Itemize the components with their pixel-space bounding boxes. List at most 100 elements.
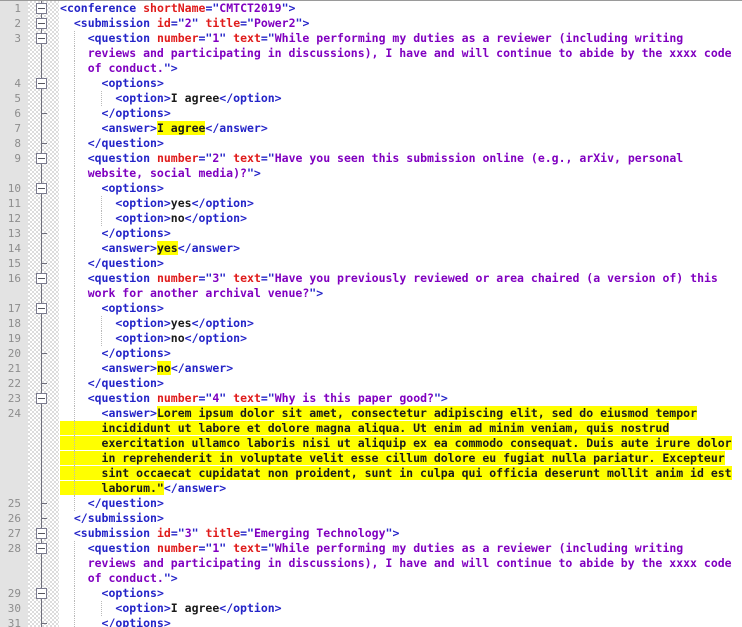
fold-collapse-icon[interactable] xyxy=(36,303,47,314)
code-line[interactable]: 18 <option>yes</option> xyxy=(0,316,742,331)
fold-collapse-icon[interactable] xyxy=(36,3,47,14)
code-text[interactable]: <submission id="3" title="Emerging Techn… xyxy=(60,526,400,541)
code-line[interactable]: exercitation ullamco laboris nisi ut ali… xyxy=(0,436,742,451)
code-line[interactable]: 23 <question number="4" text="Why is thi… xyxy=(0,391,742,406)
code-text[interactable]: exercitation ullamco laboris nisi ut ali… xyxy=(60,436,732,451)
code-text[interactable]: reviews and participating in discussions… xyxy=(60,556,732,571)
code-line[interactable]: 17 <options> xyxy=(0,301,742,316)
code-line[interactable]: 21 <answer>no</answer> xyxy=(0,361,742,376)
code-line[interactable]: 15 </question> xyxy=(0,256,742,271)
code-lines-container[interactable]: 1 <conference shortName="CMTCT2019"> 2 <su… xyxy=(0,1,742,627)
code-text[interactable]: <question number="3" text="Have you prev… xyxy=(60,271,718,286)
code-line[interactable]: 31 </options> xyxy=(0,616,742,627)
fold-collapse-icon[interactable] xyxy=(36,393,47,404)
code-line[interactable]: in reprehenderit in voluptate velit esse… xyxy=(0,451,742,466)
fold-collapse-icon[interactable] xyxy=(36,33,47,44)
code-line[interactable]: 13 </options> xyxy=(0,226,742,241)
xml-code-editor[interactable]: 1 <conference shortName="CMTCT2019"> 2 <su… xyxy=(0,0,742,627)
fold-collapse-icon[interactable] xyxy=(36,78,47,89)
code-text[interactable]: <option>I agree</option> xyxy=(60,91,281,106)
code-text[interactable]: <option>no</option> xyxy=(60,211,247,226)
code-line[interactable]: 2 <submission id="2" title="Power2"> xyxy=(0,16,742,31)
code-line[interactable]: 14 <answer>yes</answer> xyxy=(0,241,742,256)
code-line[interactable]: reviews and participating in discussions… xyxy=(0,46,742,61)
code-text[interactable]: </options> xyxy=(60,616,171,627)
code-text[interactable]: <option>no</option> xyxy=(60,331,247,346)
code-line[interactable]: laborum."</answer> xyxy=(0,481,742,496)
code-line[interactable]: 4 <options> xyxy=(0,76,742,91)
code-line[interactable]: of conduct."> xyxy=(0,61,742,76)
fold-collapse-icon[interactable] xyxy=(36,183,47,194)
code-line[interactable]: reviews and participating in discussions… xyxy=(0,556,742,571)
code-line[interactable]: work for another archival venue?"> xyxy=(0,286,742,301)
code-text[interactable]: <submission id="2" title="Power2"> xyxy=(60,16,310,31)
code-line[interactable]: 19 <option>no</option> xyxy=(0,331,742,346)
code-text[interactable]: of conduct."> xyxy=(60,61,178,76)
code-text[interactable]: <answer>no</answer> xyxy=(60,361,233,376)
code-text[interactable]: <answer>I agree</answer> xyxy=(60,121,268,136)
code-text[interactable]: website, social media)?"> xyxy=(60,166,261,181)
code-text[interactable]: <options> xyxy=(60,181,164,196)
code-text[interactable]: <answer>yes</answer> xyxy=(60,241,240,256)
code-line[interactable]: 29 <options> xyxy=(0,586,742,601)
code-token: > xyxy=(163,211,171,225)
code-text[interactable]: work for another archival venue?"> xyxy=(60,286,323,301)
code-text[interactable]: laborum."</answer> xyxy=(60,481,226,496)
code-line[interactable]: of conduct."> xyxy=(0,571,742,586)
code-line[interactable]: 25 </question> xyxy=(0,496,742,511)
code-line[interactable]: 10 <options> xyxy=(0,181,742,196)
fold-collapse-icon[interactable] xyxy=(36,18,47,29)
code-text[interactable]: reviews and participating in discussions… xyxy=(60,46,732,61)
code-text[interactable]: <options> xyxy=(60,586,164,601)
code-text[interactable]: in reprehenderit in voluptate velit esse… xyxy=(60,451,725,466)
code-text[interactable]: </submission> xyxy=(60,511,164,526)
code-text[interactable]: <options> xyxy=(60,301,164,316)
code-line[interactable]: 9 <question number="2" text="Have you se… xyxy=(0,151,742,166)
fold-collapse-icon[interactable] xyxy=(36,153,47,164)
code-line[interactable]: incididunt ut labore et dolore magna ali… xyxy=(0,421,742,436)
code-text[interactable]: <answer>Lorem ipsum dolor sit amet, cons… xyxy=(60,406,697,421)
code-text[interactable]: </question> xyxy=(60,496,164,511)
code-line[interactable]: 3 <question number="1" text="While perfo… xyxy=(0,31,742,46)
code-line[interactable]: 6 </options> xyxy=(0,106,742,121)
code-line[interactable]: 30 <option>I agree</option> xyxy=(0,601,742,616)
code-line[interactable]: 28 <question number="1" text="While perf… xyxy=(0,541,742,556)
fold-collapse-icon[interactable] xyxy=(36,588,47,599)
code-text[interactable]: <option>yes</option> xyxy=(60,316,254,331)
code-line[interactable]: 12 <option>no</option> xyxy=(0,211,742,226)
code-line[interactable]: 26 </submission> xyxy=(0,511,742,526)
code-line[interactable]: 5 <option>I agree</option> xyxy=(0,91,742,106)
fold-collapse-icon[interactable] xyxy=(36,528,47,539)
code-text[interactable]: <question number="1" text="While perform… xyxy=(60,541,684,556)
code-token: < xyxy=(60,211,123,225)
code-text[interactable]: <question number="4" text="Why is this p… xyxy=(60,391,448,406)
code-text[interactable]: </question> xyxy=(60,256,164,271)
fold-collapse-icon[interactable] xyxy=(36,273,47,284)
code-text[interactable]: <option>I agree</option> xyxy=(60,601,281,616)
code-line[interactable]: 22 </question> xyxy=(0,376,742,391)
code-line[interactable]: 20 </options> xyxy=(0,346,742,361)
code-text[interactable]: </question> xyxy=(60,136,164,151)
code-line[interactable]: 7 <answer>I agree</answer> xyxy=(0,121,742,136)
code-line[interactable]: 16 <question number="3" text="Have you p… xyxy=(0,271,742,286)
code-text[interactable]: </question> xyxy=(60,376,164,391)
code-line[interactable]: 11 <option>yes</option> xyxy=(0,196,742,211)
code-text[interactable]: <option>yes</option> xyxy=(60,196,254,211)
code-line[interactable]: 27 <submission id="3" title="Emerging Te… xyxy=(0,526,742,541)
code-text[interactable]: incididunt ut labore et dolore magna ali… xyxy=(60,421,670,436)
code-text[interactable]: <options> xyxy=(60,76,164,91)
code-line[interactable]: website, social media)?"> xyxy=(0,166,742,181)
code-text[interactable]: </options> xyxy=(60,226,171,241)
code-text[interactable]: of conduct."> xyxy=(60,571,178,586)
code-text[interactable]: <question number="2" text="Have you seen… xyxy=(60,151,684,166)
code-text[interactable]: </options> xyxy=(60,106,171,121)
code-text[interactable]: <conference shortName="CMTCT2019"> xyxy=(60,1,295,16)
code-line[interactable]: 1 <conference shortName="CMTCT2019"> xyxy=(0,1,742,16)
code-text[interactable]: sint occaecat cupidatat non proident, su… xyxy=(60,466,732,481)
fold-collapse-icon[interactable] xyxy=(36,543,47,554)
code-line[interactable]: 24 <answer>Lorem ipsum dolor sit amet, c… xyxy=(0,406,742,421)
code-text[interactable]: <question number="1" text="While perform… xyxy=(60,31,684,46)
code-text[interactable]: </options> xyxy=(60,346,171,361)
code-line[interactable]: sint occaecat cupidatat non proident, su… xyxy=(0,466,742,481)
code-line[interactable]: 8 </question> xyxy=(0,136,742,151)
